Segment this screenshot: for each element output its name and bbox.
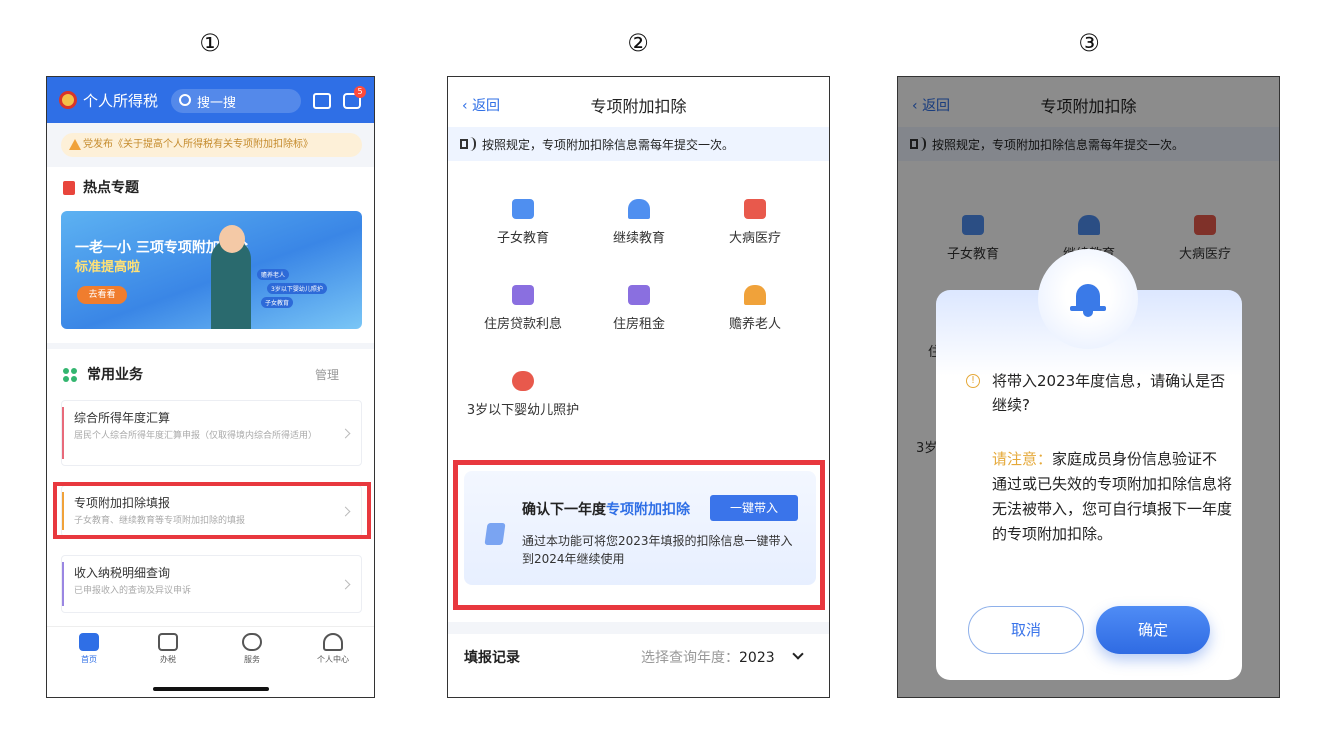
deduction-item-label: 住房租金	[612, 317, 665, 332]
app-title: 个人所得税	[83, 92, 159, 110]
cancel-button[interactable]: 取消	[968, 606, 1084, 654]
banner-tag-elderly: 赡养老人	[257, 269, 290, 280]
dialog-message: 将带入2023年度信息，请确认是否继续?	[992, 372, 1226, 414]
deduction-item-continuing-education[interactable]: 继续教育	[584, 199, 694, 249]
speaker-wave-icon	[470, 137, 476, 151]
deduction-item-child-education[interactable]: 子女教育	[468, 199, 578, 249]
notice-bar[interactable]: 党发布《关于提高个人所得税有关专项附加扣除标》	[61, 133, 362, 157]
document-icon	[158, 633, 178, 651]
message-badge: 5	[354, 86, 366, 98]
notice-bar: 按照规定，专项附加扣除信息需每年提交一次。	[448, 127, 829, 161]
year-selector-value: 2023	[739, 650, 775, 666]
step-number-2: ②	[627, 29, 649, 57]
deduction-item-label: 住房贷款利息	[483, 317, 562, 332]
service-accent-bar	[62, 562, 64, 606]
chevron-right-icon	[340, 428, 351, 439]
tab-tax-handling[interactable]: 办税	[138, 633, 198, 665]
mother-baby-icon	[512, 371, 534, 391]
tab-label: 服务	[244, 655, 260, 664]
deduction-item-serious-illness[interactable]: 大病医疗	[700, 199, 810, 249]
tab-label: 办税	[160, 655, 176, 664]
manage-link[interactable]: 管理	[315, 366, 339, 383]
chevron-down-icon[interactable]	[792, 648, 804, 660]
service-title: 综合所得年度汇算	[74, 411, 171, 425]
notice-text: 按照规定，专项附加扣除信息需每年提交一次。	[482, 138, 735, 152]
highlight-box-confirm-card	[453, 460, 825, 610]
deduction-item-elderly-support[interactable]: 赡养老人	[700, 285, 810, 335]
service-title: 收入纳税明细查询	[74, 566, 171, 580]
search-box[interactable]: 搜一搜	[171, 89, 301, 113]
books-icon	[512, 199, 534, 219]
bookmark-icon	[63, 181, 75, 195]
deduction-item-label: 赡养老人	[728, 317, 781, 332]
dialog-note: 请注意：家庭成员身份信息验证不通过或已失效的专项附加扣除信息将无法被带入，您可自…	[992, 447, 1232, 547]
home-icon	[79, 633, 99, 651]
deduction-item-label: 3岁以下婴幼儿照护	[466, 403, 580, 418]
banner-tag-education: 子女教育	[261, 297, 294, 308]
deduction-item-label: 继续教育	[612, 231, 665, 246]
banner-person-head	[219, 225, 245, 253]
service-desc: 已申报收入的查询及异议申诉	[74, 586, 192, 596]
heart-icon	[242, 633, 262, 651]
user-icon	[323, 633, 343, 651]
deduction-item-label: 子女教育	[496, 231, 549, 246]
year-selector-label: 选择查询年度：	[641, 650, 739, 666]
chevron-right-icon	[340, 579, 351, 590]
common-services-title: 常用业务	[87, 367, 143, 383]
home-body: 党发布《关于提高个人所得税有关专项附加扣除标》 热点专题 一老一小 三项专项附加…	[47, 123, 374, 697]
dialog-note-label: 请注意：	[992, 450, 1053, 468]
promo-banner[interactable]: 一老一小 三项专项附加扣除 标准提高啦 去看看 赡养老人 3岁以下婴幼儿照护 子…	[61, 211, 362, 329]
tab-services[interactable]: 服务	[222, 633, 282, 665]
highlight-box-special-deduction	[53, 482, 371, 539]
tab-label: 首页	[81, 655, 97, 664]
page-title: 专项附加扣除	[590, 97, 687, 116]
deduction-item-infant-care[interactable]: 3岁以下婴幼儿照护	[460, 371, 586, 421]
graduation-cap-icon	[628, 199, 650, 219]
phone-screen-confirm-dialog: ‹ 返回 专项附加扣除 按照规定，专项附加扣除信息需每年提交一次。 子女教育 继…	[897, 76, 1280, 698]
section-separator	[448, 622, 829, 634]
grid-icon	[63, 368, 77, 382]
tab-label: 个人中心	[317, 655, 349, 664]
banner-subheadline: 标准提高啦	[75, 260, 141, 275]
house-key-icon	[628, 285, 650, 305]
scan-icon[interactable]	[313, 93, 331, 109]
service-item-annual-settlement[interactable]: 综合所得年度汇算 居民个人综合所得年度汇算申报（仅取得境内综合所得适用）	[61, 400, 362, 466]
elderly-person-icon	[744, 285, 766, 305]
service-item-income-query[interactable]: 收入纳税明细查询 已申报收入的查询及异议申诉	[61, 555, 362, 613]
step-number-3: ③	[1078, 29, 1100, 57]
search-placeholder: 搜一搜	[197, 96, 237, 111]
filing-records-title: 填报记录	[464, 650, 520, 666]
year-selector[interactable]: 选择查询年度：2023	[641, 647, 775, 667]
tax-emblem-icon	[59, 91, 77, 109]
app-header: 个人所得税 搜一搜 5	[47, 77, 374, 123]
notice-text: 党发布《关于提高个人所得税有关专项附加扣除标》	[83, 139, 313, 150]
step-number-1: ①	[199, 29, 221, 57]
speaker-icon	[460, 139, 468, 149]
house-yuan-icon	[512, 285, 534, 305]
medical-kit-icon	[744, 199, 766, 219]
search-icon	[179, 94, 191, 106]
service-accent-bar	[62, 407, 64, 459]
home-indicator	[153, 687, 269, 691]
banner-tag-infant: 3岁以下婴幼儿照护	[267, 283, 327, 294]
phone-screen-special-deduction: ‹ 返回 专项附加扣除 按照规定，专项附加扣除信息需每年提交一次。 子女教育 继…	[447, 76, 830, 698]
warning-icon: !	[966, 374, 980, 388]
bell-icon	[1076, 284, 1100, 308]
hot-topics-title: 热点专题	[83, 180, 139, 196]
phone-screen-home: 个人所得税 搜一搜 5 党发布《关于提高个人所得税有关专项附加扣除标》 热点专题…	[46, 76, 375, 698]
banner-go-button[interactable]: 去看看	[77, 286, 127, 304]
confirm-button[interactable]: 确定	[1096, 606, 1210, 654]
service-desc: 居民个人综合所得年度汇算申报（仅取得境内综合所得适用）	[74, 431, 318, 441]
deduction-item-label: 大病医疗	[728, 231, 781, 246]
deduction-item-housing-rent[interactable]: 住房租金	[584, 285, 694, 335]
notice-icon	[69, 139, 81, 150]
tab-personal-center[interactable]: 个人中心	[303, 633, 363, 665]
tab-home[interactable]: 首页	[59, 633, 119, 665]
deduction-item-mortgage-interest[interactable]: 住房贷款利息	[468, 285, 578, 335]
